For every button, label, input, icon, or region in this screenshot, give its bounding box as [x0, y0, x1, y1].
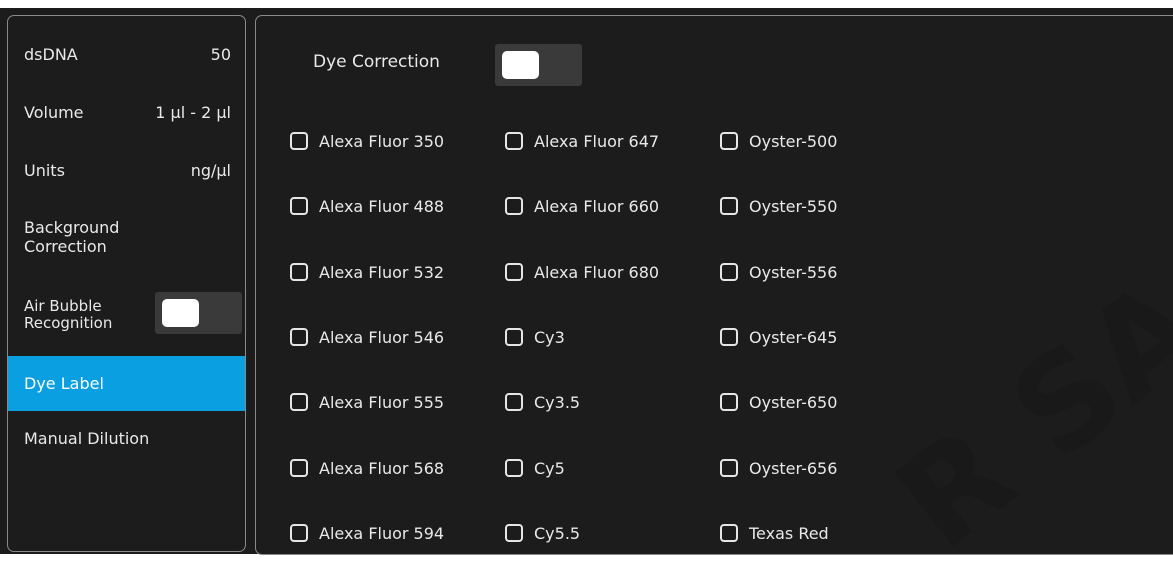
checkbox-box[interactable]: [290, 263, 308, 281]
sidebar-item-label: dsDNA: [24, 44, 78, 64]
dye-checkbox[interactable]: Oyster-556: [720, 260, 837, 284]
app-screen: dsDNA 50 Volume 1 µl - 2 µl Units ng/µl …: [0, 8, 1173, 578]
dye-checkbox[interactable]: Cy3.5: [505, 390, 580, 414]
sidebar-item-label: Recognition: [24, 314, 113, 332]
dye-checkbox-label: Alexa Fluor 680: [534, 262, 660, 282]
settings-sidebar: dsDNA 50 Volume 1 µl - 2 µl Units ng/µl …: [7, 15, 246, 552]
sidebar-item-label: Units: [24, 160, 65, 180]
dye-checkbox-label: Oyster-556: [749, 262, 838, 282]
checkbox-box[interactable]: [505, 132, 523, 150]
toggle-knob: [502, 51, 539, 79]
sidebar-item-value: 50: [210, 44, 231, 64]
checkbox-box[interactable]: [505, 393, 523, 411]
sidebar-item-dsdna[interactable]: dsDNA 50: [8, 34, 245, 74]
sidebar-item-label: Dye Label: [24, 374, 104, 393]
dye-checkbox[interactable]: Oyster-650: [720, 390, 837, 414]
dye-checkbox[interactable]: Alexa Fluor 660: [505, 194, 659, 218]
checkbox-box[interactable]: [720, 459, 738, 477]
checkbox-box[interactable]: [720, 263, 738, 281]
dye-checkbox[interactable]: Alexa Fluor 488: [290, 194, 444, 218]
dye-checkbox[interactable]: Oyster-645: [720, 325, 837, 349]
dye-checkbox[interactable]: Cy3: [505, 325, 565, 349]
checkbox-box[interactable]: [505, 197, 523, 215]
dye-checkbox-label: Texas Red: [749, 523, 829, 543]
checkbox-box[interactable]: [720, 197, 738, 215]
checkbox-box[interactable]: [720, 132, 738, 150]
dye-checkbox-label: Oyster-645: [749, 327, 838, 347]
dye-correction-toggle[interactable]: [495, 44, 582, 86]
dye-checkbox[interactable]: Alexa Fluor 594: [290, 521, 444, 545]
sidebar-item-units[interactable]: Units ng/µl: [8, 150, 245, 190]
dye-checkbox-label: Alexa Fluor 488: [319, 196, 445, 216]
dye-checkbox[interactable]: Cy5: [505, 456, 565, 480]
dye-checkbox-label: Oyster-550: [749, 196, 838, 216]
dye-checkbox-label: Alexa Fluor 568: [319, 458, 445, 478]
sidebar-item-manual-dilution[interactable]: Manual Dilution: [8, 418, 245, 458]
air-bubble-toggle[interactable]: [155, 292, 242, 334]
toggle-knob: [162, 299, 199, 327]
checkbox-box[interactable]: [505, 524, 523, 542]
dye-checkbox-label: Alexa Fluor 546: [319, 327, 445, 347]
checkbox-box[interactable]: [290, 197, 308, 215]
sidebar-item-value: ng/µl: [190, 160, 231, 180]
dye-checkbox[interactable]: Texas Red: [720, 521, 829, 545]
dye-checkbox[interactable]: Alexa Fluor 350: [290, 129, 444, 153]
sidebar-item-dye-label[interactable]: Dye Label: [8, 356, 245, 411]
dye-checkbox[interactable]: Alexa Fluor 546: [290, 325, 444, 349]
dye-checkbox[interactable]: Cy5.5: [505, 521, 580, 545]
dye-checkbox-label: Alexa Fluor 647: [534, 131, 660, 151]
sidebar-item-label: Background: [24, 218, 120, 237]
checkbox-box[interactable]: [290, 132, 308, 150]
checkbox-box[interactable]: [720, 393, 738, 411]
dye-checkbox-label: Alexa Fluor 350: [319, 131, 445, 151]
dye-checkbox[interactable]: Alexa Fluor 555: [290, 390, 444, 414]
dye-checkbox[interactable]: Oyster-656: [720, 456, 837, 480]
dye-checkbox-label: Oyster-650: [749, 392, 838, 412]
dye-checkbox[interactable]: Alexa Fluor 647: [505, 129, 659, 153]
checkbox-box[interactable]: [505, 328, 523, 346]
dye-checkbox-label: Oyster-656: [749, 458, 838, 478]
dye-checkbox[interactable]: Alexa Fluor 680: [505, 260, 659, 284]
dye-checkbox[interactable]: Alexa Fluor 568: [290, 456, 444, 480]
checkbox-box[interactable]: [290, 328, 308, 346]
dye-checkbox-label: Cy5.5: [534, 523, 581, 543]
dye-checkbox-label: Cy3: [534, 327, 565, 347]
dye-checkbox-label: Alexa Fluor 555: [319, 392, 445, 412]
dye-correction-label: Dye Correction: [313, 52, 440, 72]
dye-checkbox-label: Alexa Fluor 532: [319, 262, 445, 282]
sidebar-item-label: Volume: [24, 102, 84, 122]
dye-checkbox-label: Cy5: [534, 458, 565, 478]
sidebar-item-label: Manual Dilution: [24, 428, 150, 448]
dye-checkbox-label: Alexa Fluor 660: [534, 196, 660, 216]
checkbox-box[interactable]: [290, 459, 308, 477]
checkbox-box[interactable]: [720, 524, 738, 542]
sidebar-item-background-correction[interactable]: Background Correction: [8, 208, 245, 266]
dye-checkbox-label: Cy3.5: [534, 392, 581, 412]
dye-checkbox[interactable]: Oyster-500: [720, 129, 837, 153]
checkbox-box[interactable]: [290, 524, 308, 542]
checkbox-box[interactable]: [505, 263, 523, 281]
sidebar-item-label: Correction: [24, 237, 107, 256]
checkbox-box[interactable]: [290, 393, 308, 411]
checkbox-box[interactable]: [720, 328, 738, 346]
sidebar-item-value: 1 µl - 2 µl: [155, 102, 231, 122]
checkbox-box[interactable]: [505, 459, 523, 477]
sidebar-item-volume[interactable]: Volume 1 µl - 2 µl: [8, 92, 245, 132]
dye-checkbox[interactable]: Oyster-550: [720, 194, 837, 218]
sidebar-item-label: Air Bubble: [24, 297, 102, 315]
dye-checkbox-label: Alexa Fluor 594: [319, 523, 445, 543]
dye-checkbox[interactable]: Alexa Fluor 532: [290, 260, 444, 284]
dye-checkbox-label: Oyster-500: [749, 131, 838, 151]
